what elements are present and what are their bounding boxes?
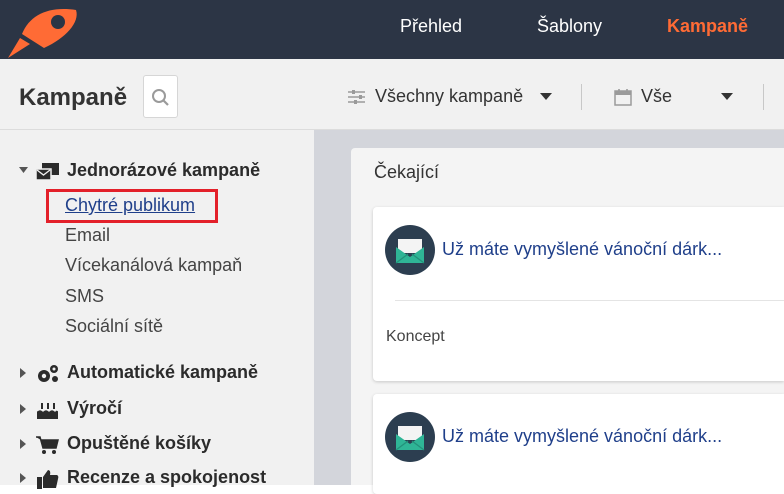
caret-right-icon	[20, 439, 26, 449]
sidebar-category-one-time[interactable]: Jednorázové kampaně	[0, 160, 310, 184]
top-navigation: Přehled Šablony Kampaně	[0, 0, 784, 59]
email-envelope-icon	[385, 412, 435, 462]
date-filter-label: Vše	[641, 86, 673, 106]
nav-item-overview[interactable]: Přehled	[400, 16, 462, 37]
highlight-box	[46, 189, 218, 223]
panel-title: Čekající	[374, 162, 440, 182]
caret-right-icon	[20, 368, 26, 378]
search-icon	[152, 89, 169, 106]
caret-down-icon	[540, 93, 552, 100]
gears-icon	[38, 365, 58, 382]
sidebar-item-email[interactable]: Email	[65, 225, 110, 246]
campaign-card[interactable]: Už máte vymyšlené vánoční dárk... Koncep…	[373, 207, 784, 381]
email-envelope-icon	[385, 225, 435, 275]
sidebar-category-label: Výročí	[67, 398, 123, 418]
caret-down-icon	[721, 93, 733, 100]
sidebar-item-sms[interactable]: SMS	[65, 286, 104, 307]
nav-item-campaigns[interactable]: Kampaně	[667, 16, 748, 37]
caret-right-icon	[20, 404, 26, 414]
sidebar-category-anniversary[interactable]: Výročí	[0, 398, 310, 422]
sidebar-category-abandoned-carts[interactable]: Opuštěné košíky	[0, 433, 310, 457]
sidebar-category-automatic[interactable]: Automatické kampaně	[0, 362, 310, 386]
cart-icon	[36, 436, 59, 454]
sidebar-item-multichannel[interactable]: Vícekanálová kampaň	[65, 255, 242, 276]
sidebar-item-social[interactable]: Sociální sítě	[65, 316, 163, 337]
campaign-mail-icon	[35, 163, 59, 181]
campaign-card-title[interactable]: Už máte vymyšlené vánoční dárk...	[442, 426, 722, 447]
sliders-icon	[348, 90, 365, 104]
campaign-card[interactable]: Už máte vymyšlené vánoční dárk...	[373, 394, 784, 494]
header-separator	[581, 84, 582, 110]
calendar-icon	[614, 89, 632, 106]
nav-item-templates[interactable]: Šablony	[537, 16, 602, 37]
card-divider	[395, 300, 784, 301]
sidebar-category-label: Automatické kampaně	[67, 362, 259, 382]
cake-icon	[36, 403, 59, 419]
campaign-card-status: Koncept	[386, 328, 445, 345]
header-separator	[763, 84, 764, 110]
thumbs-up-icon	[37, 470, 59, 489]
caret-down-icon	[19, 167, 28, 173]
rocket-logo-icon[interactable]	[0, 0, 90, 59]
page-title: Kampaně	[19, 84, 128, 111]
sidebar-category-label: Jednorázové kampaně	[67, 160, 261, 180]
caret-right-icon	[20, 473, 26, 483]
campaign-filter-label: Všechny kampaně	[375, 86, 524, 106]
sidebar-category-reviews[interactable]: Recenze a spokojenost	[0, 467, 310, 491]
campaign-card-title[interactable]: Už máte vymyšlené vánoční dárk...	[442, 239, 722, 260]
sidebar-category-label: Opuštěné košíky	[67, 433, 212, 453]
search-button[interactable]	[143, 75, 178, 118]
